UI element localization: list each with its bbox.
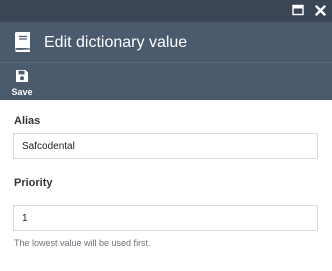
close-icon[interactable] (312, 2, 328, 18)
priority-label: Priority (14, 177, 53, 189)
priority-input[interactable] (13, 205, 318, 231)
priority-hint: The lowest value will be used first. (14, 238, 151, 248)
toolbar: Save (0, 62, 332, 100)
save-button[interactable]: Save (6, 66, 38, 98)
alias-label: Alias (14, 115, 41, 127)
save-button-label: Save (11, 87, 33, 97)
alias-input[interactable] (13, 133, 318, 159)
dialog-title: Edit dictionary value (44, 34, 188, 51)
window-maximize-icon[interactable] (290, 2, 306, 18)
book-icon (10, 30, 34, 54)
dialog-header: Edit dictionary value (0, 22, 332, 62)
floppy-disk-icon (15, 69, 29, 83)
window-titlebar (0, 0, 332, 22)
